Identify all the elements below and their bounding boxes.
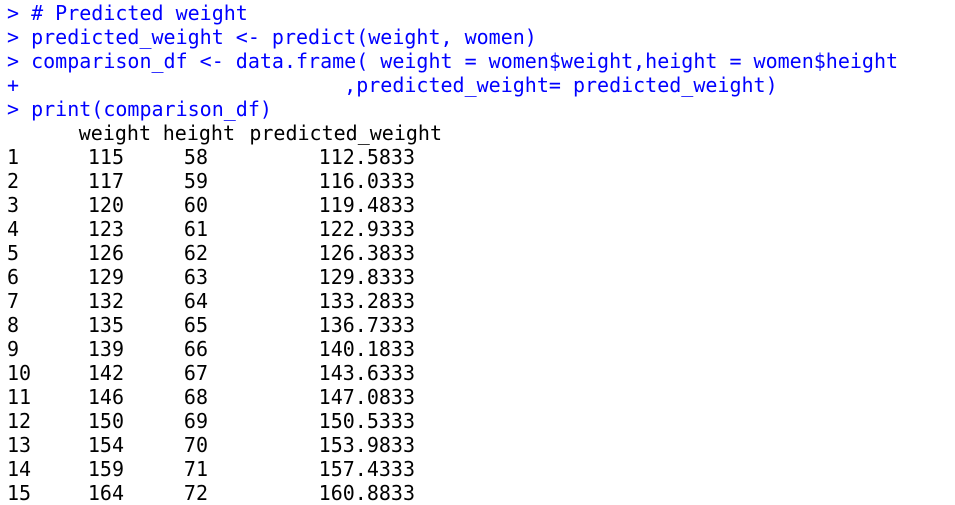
row-index: 6 [7,265,20,289]
cell-weight: 126 [87,241,124,265]
cell-predicted-weight: 122.9333 [318,217,415,241]
continuation-line: + ,predicted_weight= predicted_weight) [7,73,955,97]
cell-weight: 150 [87,409,124,433]
cell-predicted-weight: 133.2833 [318,289,415,313]
row-index: 9 [7,337,20,361]
command-text: comparison_df <- data.frame( weight = wo… [31,49,899,73]
cell-predicted-weight: 147.0833 [318,385,415,409]
cell-weight: 123 [87,217,124,241]
header-predicted-weight: predicted_weight [249,121,442,145]
cell-height: 69 [183,409,208,433]
cell-height: 58 [183,145,208,169]
cell-weight: 117 [87,169,124,193]
row-index: 15 [7,481,32,505]
row-index: 3 [7,193,20,217]
row-index: 10 [7,361,32,385]
cell-predicted-weight: 160.8833 [318,481,415,505]
table-row: 5 126 62 126.3833 [7,241,955,265]
table-row: 8 135 65 136.7333 [7,313,955,337]
cell-height: 63 [183,265,208,289]
table-row: 1 115 58 112.5833 [7,145,955,169]
cell-weight: 135 [87,313,124,337]
cell-predicted-weight: 129.8333 [318,265,415,289]
command-line: > comparison_df <- data.frame( weight = … [7,49,955,73]
row-index: 8 [7,313,20,337]
cell-predicted-weight: 140.1833 [318,337,415,361]
header-height: height [162,121,235,145]
row-index: 2 [7,169,20,193]
cell-predicted-weight: 150.5333 [318,409,415,433]
row-index: 4 [7,217,20,241]
prompt-symbol: > [7,1,20,25]
cell-predicted-weight: 126.3833 [318,241,415,265]
table-row: 3 120 60 119.4833 [7,193,955,217]
output-table: weight height predicted_weight 1 115 58 112.5… [7,121,955,505]
cell-height: 64 [183,289,208,313]
cell-height: 67 [183,361,208,385]
command-line: > print(comparison_df) [7,97,955,121]
row-index: 1 [7,145,20,169]
cell-predicted-weight: 119.4833 [318,193,415,217]
cell-height: 61 [183,217,208,241]
cell-height: 70 [183,433,208,457]
row-index: 5 [7,241,20,265]
r-console[interactable]: > # Predicted weight > predicted_weight … [7,1,955,505]
row-index: 14 [7,457,32,481]
table-row: 6 129 63 129.8333 [7,265,955,289]
cell-predicted-weight: 157.4333 [318,457,415,481]
cell-predicted-weight: 112.5833 [318,145,415,169]
prompt-symbol: > [7,97,20,121]
table-row: 11 146 68 147.0833 [7,385,955,409]
cell-weight: 146 [87,385,124,409]
row-index: 7 [7,289,20,313]
cell-predicted-weight: 143.6333 [318,361,415,385]
cell-height: 66 [183,337,208,361]
cell-height: 65 [183,313,208,337]
table-row: 10 142 67 143.6333 [7,361,955,385]
table-rows: 1 115 58 112.5833 2 117 59 116.0333 3 120 60 119.48… [7,145,955,505]
cell-weight: 159 [87,457,124,481]
cell-height: 59 [183,169,208,193]
table-row: 2 117 59 116.0333 [7,169,955,193]
table-row: 7 132 64 133.2833 [7,289,955,313]
cell-weight: 142 [87,361,124,385]
table-row: 15 164 72 160.8833 [7,481,955,505]
command-text: ,predicted_weight= predicted_weight) [31,73,778,97]
command-history: > # Predicted weight > predicted_weight … [7,1,955,121]
cell-weight: 139 [87,337,124,361]
prompt-symbol: > [7,25,20,49]
cell-height: 72 [183,481,208,505]
table-row: 4 123 61 122.9333 [7,217,955,241]
continuation-symbol: + [7,73,20,97]
table-row: 13 154 70 153.9833 [7,433,955,457]
cell-height: 71 [183,457,208,481]
table-header: weight height predicted_weight [7,121,955,145]
cell-weight: 164 [87,481,124,505]
prompt-symbol: > [7,49,20,73]
table-row: 12 150 69 150.5333 [7,409,955,433]
cell-predicted-weight: 136.7333 [318,313,415,337]
header-weight: weight [78,121,151,145]
cell-predicted-weight: 153.9833 [318,433,415,457]
cell-weight: 115 [87,145,124,169]
cell-weight: 154 [87,433,124,457]
row-index: 11 [7,385,32,409]
table-row: 14 159 71 157.4333 [7,457,955,481]
row-index: 12 [7,409,32,433]
cell-height: 62 [183,241,208,265]
cell-predicted-weight: 116.0333 [318,169,415,193]
cell-height: 68 [183,385,208,409]
cell-weight: 129 [87,265,124,289]
cell-weight: 120 [87,193,124,217]
row-index: 13 [7,433,32,457]
cell-height: 60 [183,193,208,217]
table-row: 9 139 66 140.1833 [7,337,955,361]
command-text: # Predicted weight [31,1,248,25]
command-text: print(comparison_df) [31,97,272,121]
command-line: > predicted_weight <- predict(weight, wo… [7,25,955,49]
command-line: > # Predicted weight [7,1,955,25]
command-text: predicted_weight <- predict(weight, wome… [31,25,537,49]
cell-weight: 132 [87,289,124,313]
